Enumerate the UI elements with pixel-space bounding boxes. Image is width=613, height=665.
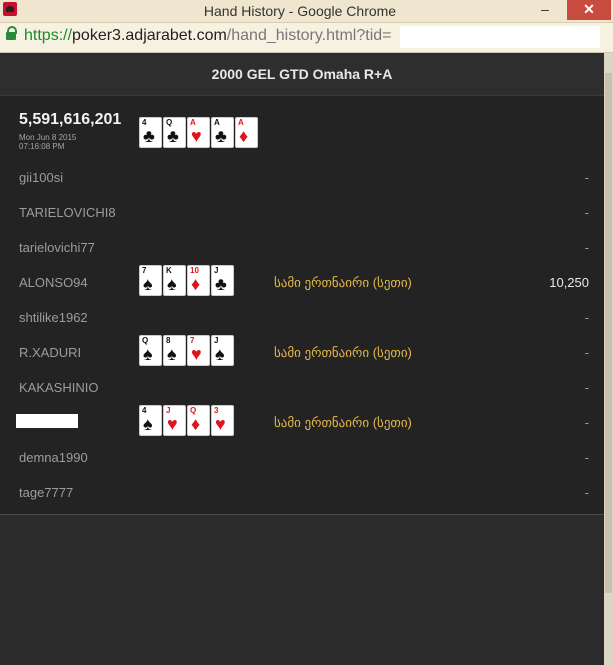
player-row: TARIELOVICHI8 -	[0, 194, 604, 229]
player-winnings: -	[584, 170, 589, 185]
player-winnings: -	[584, 485, 589, 500]
card-suit-icon: ♠	[143, 414, 153, 434]
playing-card: 8 ♠	[163, 335, 186, 366]
url-redaction	[400, 26, 600, 48]
player-name: KAKASHINIO	[19, 380, 99, 395]
card-suit-icon: ♥	[191, 344, 202, 364]
player-name: demna1990	[19, 450, 88, 465]
player-row: ALONSO94 7 ♠ K ♠ 10 ♦ J ♣ სამი ერთნაირი (სეთი) 10,…	[0, 264, 604, 299]
card-suit-icon: ♣	[167, 126, 179, 146]
hand-date: Mon Jun 8 2015	[19, 133, 77, 142]
playing-card: 4 ♣	[139, 117, 162, 148]
board-cards: 4 ♣ Q ♣ A ♥ A ♣ A ♦	[139, 117, 258, 148]
card-suit-icon: ♠	[143, 344, 153, 364]
player-row: 4 ♠ J ♥ Q ♦ 3 ♥ სამი ერთნაირი (სეთი) -	[0, 404, 604, 439]
playing-card: J ♠	[211, 335, 234, 366]
player-name: tarielovichi77	[19, 240, 95, 255]
card-suit-icon: ♦	[191, 274, 201, 294]
player-winnings: -	[584, 345, 589, 360]
page: 2000 GEL GTD Omaha R+A 5,591,616,201 Mon…	[0, 53, 604, 665]
player-hole-cards: Q ♠ 8 ♠ 7 ♥ J ♠	[139, 335, 234, 366]
hand-panel: 5,591,616,201 Mon Jun 8 2015 07:16:08 PM…	[0, 96, 604, 515]
player-row: R.XADURI Q ♠ 8 ♠ 7 ♥ J ♠ სამი ერთნაირი (სეთი) -	[0, 334, 604, 369]
address-bar[interactable]: https://poker3.adjarabet.com/hand_histor…	[0, 23, 613, 53]
card-suit-icon: ♦	[239, 126, 249, 146]
playing-card: 7 ♠	[139, 265, 162, 296]
card-suit-icon: ♣	[215, 274, 227, 294]
playing-card: A ♣	[211, 117, 234, 148]
player-name: tage7777	[19, 485, 74, 500]
playing-card: 10 ♦	[187, 265, 210, 296]
minimize-icon[interactable]: –	[532, 0, 558, 20]
playing-card: 4 ♠	[139, 405, 162, 436]
player-winnings: -	[584, 450, 589, 465]
url-host: poker3.adjarabet.com	[72, 27, 227, 44]
playing-card: 7 ♥	[187, 335, 210, 366]
lock-icon	[6, 26, 17, 40]
card-suit-icon: ♠	[143, 274, 153, 294]
playing-card: J ♥	[163, 405, 186, 436]
playing-card: Q ♣	[163, 117, 186, 148]
card-suit-icon: ♣	[143, 126, 155, 146]
player-hole-cards: 4 ♠ J ♥ Q ♦ 3 ♥	[139, 405, 234, 436]
playing-card: 3 ♥	[211, 405, 234, 436]
card-suit-icon: ♠	[215, 344, 225, 364]
card-suit-icon: ♥	[215, 414, 226, 434]
player-row: demna1990 -	[0, 439, 604, 474]
player-row: shtilike1962 -	[0, 299, 604, 334]
player-winnings: -	[584, 310, 589, 325]
player-row: tage7777 -	[0, 474, 604, 509]
close-icon[interactable]: ✕	[567, 0, 611, 20]
playing-card: Q ♦	[187, 405, 210, 436]
scrollbar[interactable]	[604, 53, 613, 665]
url-scheme: https://	[24, 27, 73, 44]
window-title: Hand History - Google Chrome	[203, 3, 397, 19]
player-winnings: -	[584, 380, 589, 395]
player-name: TARIELOVICHI8	[19, 205, 116, 220]
tournament-header: 2000 GEL GTD Omaha R+A	[0, 53, 604, 96]
player-combination: სამი ერთნაირი (სეთი)	[274, 415, 412, 430]
player-winnings: 10,250	[549, 275, 589, 290]
card-suit-icon: ♥	[191, 126, 202, 146]
card-suit-icon: ♠	[167, 344, 177, 364]
card-suit-icon: ♣	[215, 126, 227, 146]
player-name: ALONSO94	[19, 275, 88, 290]
url-text[interactable]: https://poker3.adjarabet.com/hand_histor…	[24, 27, 391, 45]
player-combination: სამი ერთნაირი (სეთი)	[274, 345, 412, 360]
playing-card: A ♦	[235, 117, 258, 148]
card-suit-icon: ♥	[167, 414, 178, 434]
player-name: shtilike1962	[19, 310, 88, 325]
hand-id: 5,591,616,201	[19, 111, 122, 128]
playing-card: A ♥	[187, 117, 210, 148]
player-name: R.XADURI	[19, 345, 82, 360]
playing-card: J ♣	[211, 265, 234, 296]
scrollbar-thumb[interactable]	[605, 73, 612, 593]
hand-time: 07:16:08 PM	[19, 142, 65, 151]
card-suit-icon: ♠	[167, 274, 177, 294]
player-winnings: -	[584, 415, 589, 430]
player-row: gii100si -	[0, 159, 604, 194]
player-winnings: -	[584, 240, 589, 255]
window-titlebar: Hand History - Google Chrome – ✕	[0, 0, 613, 23]
player-row: tarielovichi77 -	[0, 229, 604, 264]
player-winnings: -	[584, 205, 589, 220]
player-name-redacted	[16, 414, 78, 428]
playing-card: K ♠	[163, 265, 186, 296]
player-hole-cards: 7 ♠ K ♠ 10 ♦ J ♣	[139, 265, 234, 296]
playing-card: Q ♠	[139, 335, 162, 366]
player-combination: სამი ერთნაირი (სეთი)	[274, 275, 412, 290]
card-suit-icon: ♦	[191, 414, 201, 434]
player-row: KAKASHINIO -	[0, 369, 604, 404]
player-name: gii100si	[19, 170, 64, 185]
tournament-title: 2000 GEL GTD Omaha R+A	[211, 66, 393, 82]
url-path: /hand_history.html?tid=	[226, 27, 392, 44]
